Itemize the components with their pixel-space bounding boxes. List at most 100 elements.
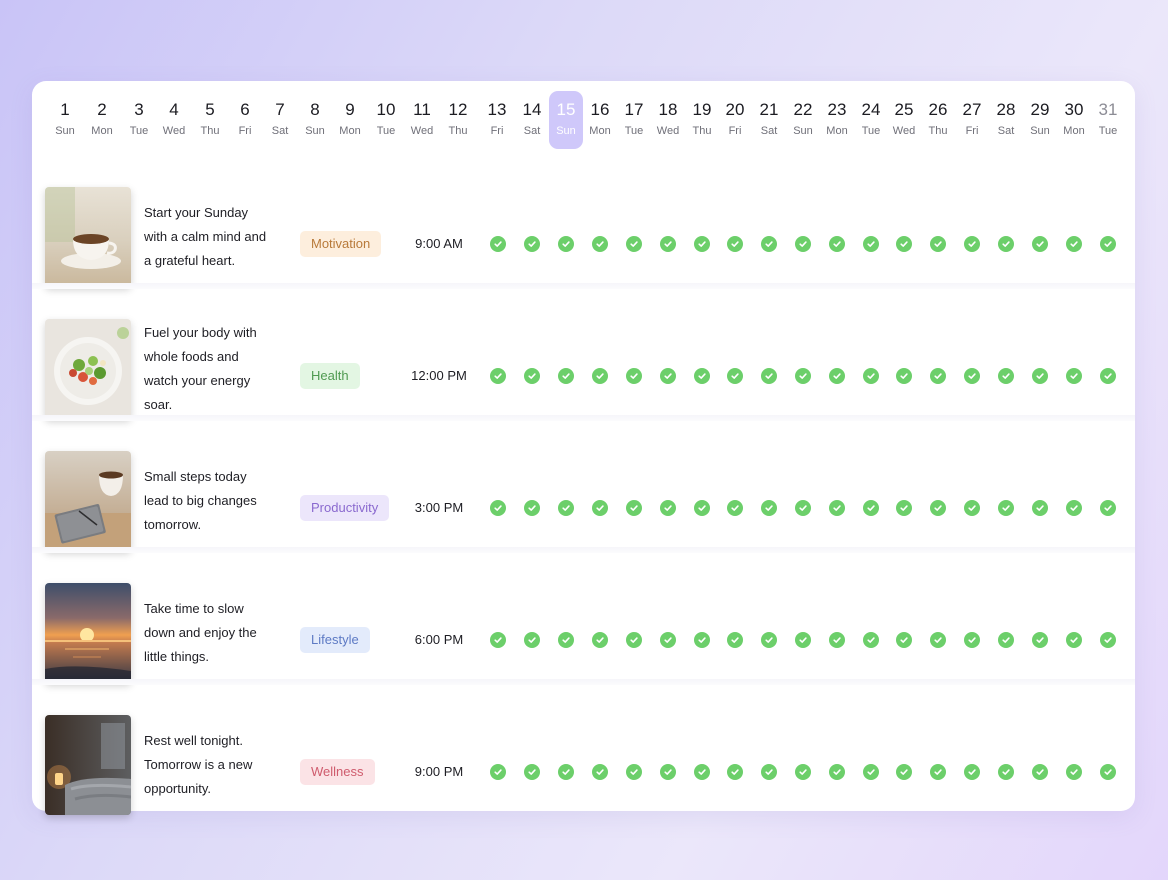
check-icon[interactable] (558, 632, 574, 648)
check-icon[interactable] (998, 500, 1014, 516)
check-icon[interactable] (626, 764, 642, 780)
check-icon[interactable] (490, 368, 506, 384)
check-icon[interactable] (490, 500, 506, 516)
check-icon[interactable] (490, 764, 506, 780)
check-icon[interactable] (592, 368, 608, 384)
calendar-day-5[interactable]: 5 Thu (193, 91, 227, 149)
check-icon[interactable] (558, 500, 574, 516)
check-icon[interactable] (626, 500, 642, 516)
check-icon[interactable] (795, 764, 811, 780)
check-icon[interactable] (490, 236, 506, 252)
check-icon[interactable] (524, 632, 540, 648)
check-icon[interactable] (761, 500, 777, 516)
check-icon[interactable] (829, 764, 845, 780)
check-icon[interactable] (524, 764, 540, 780)
check-icon[interactable] (1066, 236, 1082, 252)
check-icon[interactable] (1100, 632, 1116, 648)
check-icon[interactable] (490, 632, 506, 648)
category-tag[interactable]: Health (300, 363, 360, 389)
check-icon[interactable] (795, 632, 811, 648)
check-icon[interactable] (660, 236, 676, 252)
check-icon[interactable] (964, 764, 980, 780)
calendar-day-15[interactable]: 15 Sun (549, 91, 583, 149)
check-icon[interactable] (694, 764, 710, 780)
check-icon[interactable] (795, 500, 811, 516)
check-icon[interactable] (1100, 236, 1116, 252)
check-icon[interactable] (863, 764, 879, 780)
check-icon[interactable] (1032, 368, 1048, 384)
check-icon[interactable] (896, 632, 912, 648)
check-icon[interactable] (1100, 368, 1116, 384)
check-icon[interactable] (660, 632, 676, 648)
check-icon[interactable] (964, 236, 980, 252)
check-icon[interactable] (694, 632, 710, 648)
check-icon[interactable] (863, 500, 879, 516)
calendar-day-27[interactable]: 27 Fri (955, 91, 989, 149)
check-icon[interactable] (761, 236, 777, 252)
check-icon[interactable] (1066, 764, 1082, 780)
calendar-day-14[interactable]: 14 Sat (515, 91, 549, 149)
category-tag[interactable]: Productivity (300, 495, 390, 521)
check-icon[interactable] (660, 368, 676, 384)
category-tag[interactable]: Wellness (300, 759, 375, 785)
calendar-day-28[interactable]: 28 Sat (989, 91, 1023, 149)
check-icon[interactable] (592, 764, 608, 780)
check-icon[interactable] (694, 368, 710, 384)
check-icon[interactable] (896, 764, 912, 780)
check-icon[interactable] (1032, 236, 1048, 252)
check-icon[interactable] (998, 632, 1014, 648)
calendar-day-4[interactable]: 4 Wed (157, 91, 191, 149)
calendar-day-11[interactable]: 11 Wed (405, 91, 439, 149)
calendar-day-7[interactable]: 7 Sat (263, 91, 297, 149)
check-icon[interactable] (660, 764, 676, 780)
check-icon[interactable] (998, 368, 1014, 384)
check-icon[interactable] (964, 500, 980, 516)
check-icon[interactable] (1032, 500, 1048, 516)
calendar-day-29[interactable]: 29 Sun (1023, 91, 1057, 149)
check-icon[interactable] (863, 236, 879, 252)
calendar-day-23[interactable]: 23 Mon (820, 91, 854, 149)
check-icon[interactable] (727, 500, 743, 516)
check-icon[interactable] (727, 236, 743, 252)
calendar-day-1[interactable]: 1 Sun (48, 91, 82, 149)
check-icon[interactable] (1100, 500, 1116, 516)
check-icon[interactable] (694, 236, 710, 252)
check-icon[interactable] (558, 368, 574, 384)
calendar-day-9[interactable]: 9 Mon (333, 91, 367, 149)
check-icon[interactable] (727, 368, 743, 384)
calendar-day-13[interactable]: 13 Fri (480, 91, 514, 149)
calendar-day-30[interactable]: 30 Mon (1057, 91, 1091, 149)
category-tag[interactable]: Lifestyle (300, 627, 370, 653)
check-icon[interactable] (863, 368, 879, 384)
calendar-day-21[interactable]: 21 Sat (752, 91, 786, 149)
calendar-day-17[interactable]: 17 Tue (617, 91, 651, 149)
check-icon[interactable] (727, 632, 743, 648)
check-icon[interactable] (1066, 500, 1082, 516)
calendar-day-22[interactable]: 22 Sun (786, 91, 820, 149)
calendar-day-20[interactable]: 20 Fri (718, 91, 752, 149)
check-icon[interactable] (930, 500, 946, 516)
check-icon[interactable] (626, 368, 642, 384)
check-icon[interactable] (1066, 368, 1082, 384)
check-icon[interactable] (998, 764, 1014, 780)
check-icon[interactable] (592, 236, 608, 252)
check-icon[interactable] (1032, 764, 1048, 780)
check-icon[interactable] (761, 764, 777, 780)
check-icon[interactable] (524, 368, 540, 384)
check-icon[interactable] (558, 236, 574, 252)
check-icon[interactable] (829, 236, 845, 252)
check-icon[interactable] (795, 368, 811, 384)
calendar-day-18[interactable]: 18 Wed (651, 91, 685, 149)
calendar-day-6[interactable]: 6 Fri (228, 91, 262, 149)
check-icon[interactable] (1100, 764, 1116, 780)
calendar-day-2[interactable]: 2 Mon (85, 91, 119, 149)
check-icon[interactable] (930, 368, 946, 384)
check-icon[interactable] (524, 236, 540, 252)
calendar-day-24[interactable]: 24 Tue (854, 91, 888, 149)
check-icon[interactable] (1066, 632, 1082, 648)
check-icon[interactable] (660, 500, 676, 516)
check-icon[interactable] (761, 632, 777, 648)
calendar-day-19[interactable]: 19 Thu (685, 91, 719, 149)
check-icon[interactable] (930, 236, 946, 252)
check-icon[interactable] (930, 632, 946, 648)
